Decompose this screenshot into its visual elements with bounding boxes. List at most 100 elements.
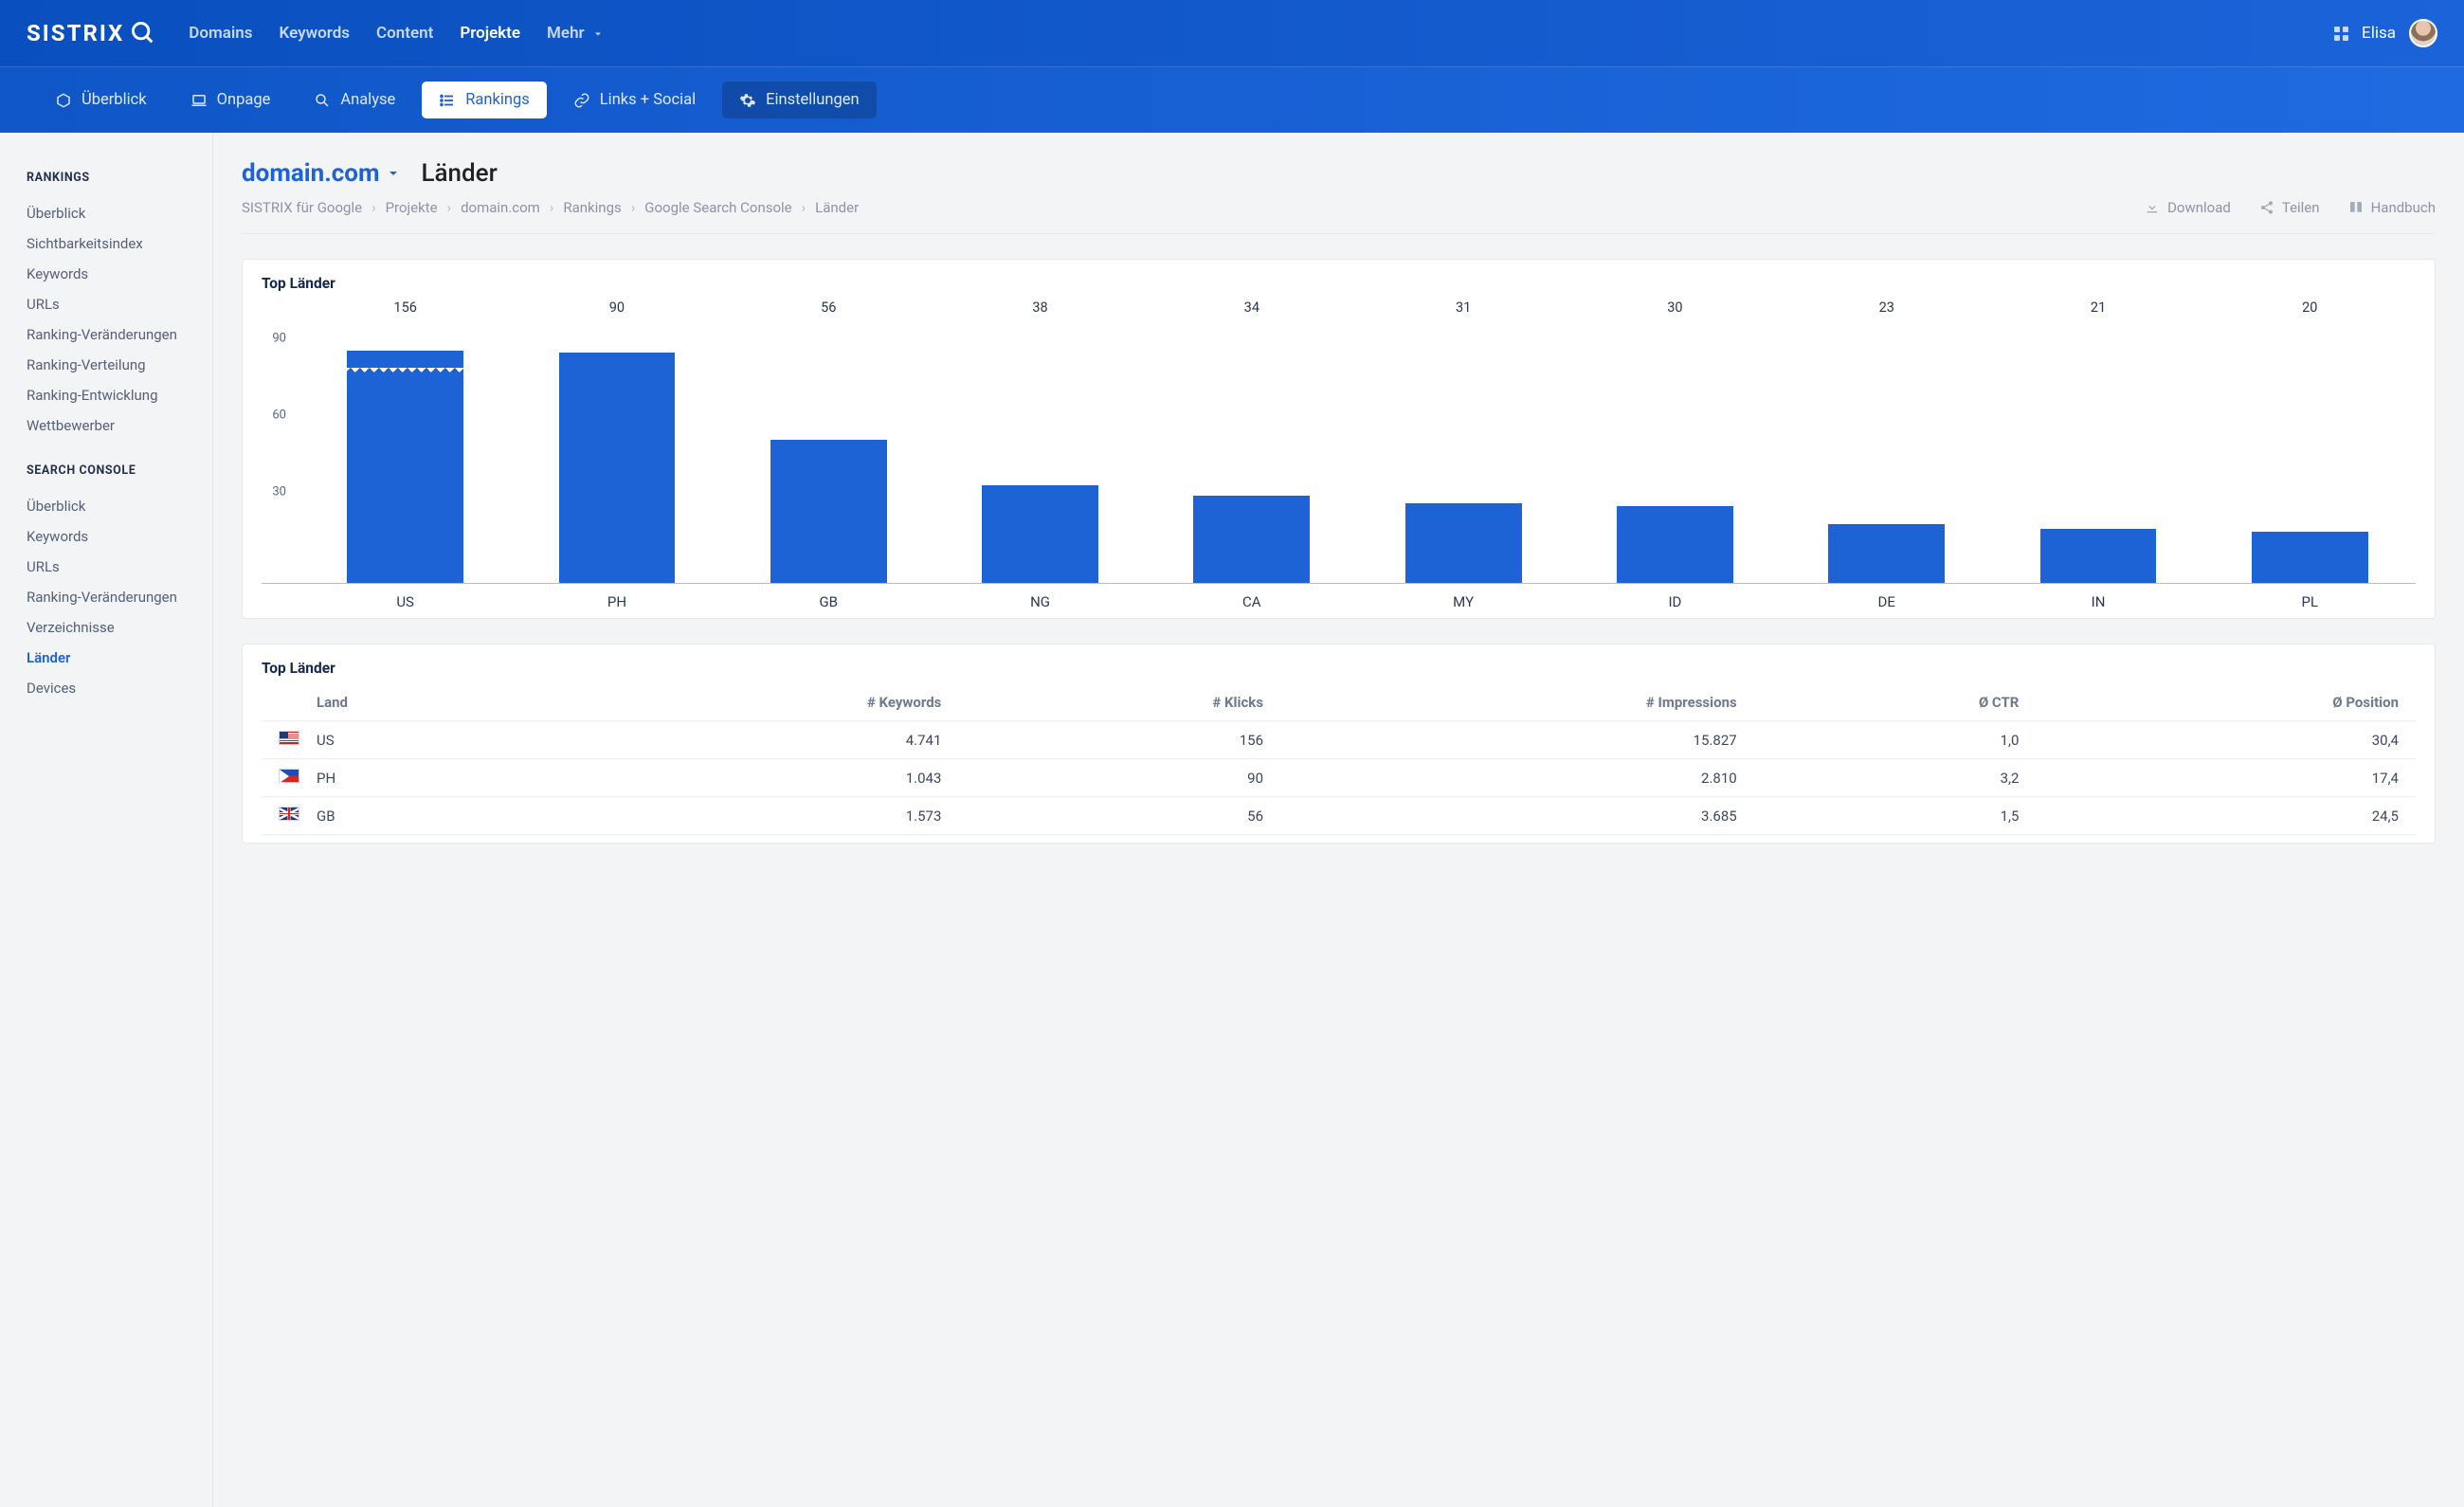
col-keywords[interactable]: # Keywords [547, 684, 958, 721]
apps-icon[interactable] [2334, 27, 2348, 41]
sidebar-item[interactable]: Verzeichnisse [27, 612, 212, 643]
crumb[interactable]: Rankings [563, 199, 621, 216]
bar-value-label: 20 [2302, 300, 2317, 316]
chart-bar[interactable]: 38 [934, 300, 1146, 583]
link-icon [573, 92, 590, 109]
domain-selector[interactable]: domain.com [242, 159, 401, 188]
chart-bar[interactable]: 23 [1781, 300, 1992, 583]
share-icon [2259, 200, 2274, 215]
download-button[interactable]: Download [2145, 199, 2231, 216]
table-card: Top Länder Land # Keywords # Klicks # Im… [242, 644, 2436, 844]
sidebar-item[interactable]: Ranking-Entwicklung [27, 380, 212, 410]
download-icon [2145, 200, 2160, 215]
crumb[interactable]: Google Search Console [644, 199, 791, 216]
sidebar-item[interactable]: Sichtbarkeitsindex [27, 228, 212, 259]
sidebar-group-rankings-title: RANKINGS [27, 171, 212, 185]
topnav-item-domains[interactable]: Domains [189, 24, 252, 43]
sidebar-item[interactable]: Ranking-Veränderungen [27, 582, 212, 612]
topnav-item-mehr[interactable]: Mehr [547, 24, 604, 43]
share-button[interactable]: Teilen [2259, 199, 2320, 216]
chart-x-label: IN [1992, 593, 2203, 610]
user-name[interactable]: Elisa [2362, 24, 2396, 43]
col-klicks[interactable]: # Klicks [958, 684, 1280, 721]
cell-keywords: 4.741 [547, 721, 958, 759]
topnav-item-projekte[interactable]: Projekte [460, 24, 520, 43]
chart-bar[interactable]: 56 [723, 300, 934, 583]
cell-position: 30,4 [2036, 721, 2416, 759]
sidebar-item[interactable]: URLs [27, 552, 212, 582]
chart-bar[interactable]: 156 [299, 300, 511, 583]
chart-x-label: DE [1781, 593, 1992, 610]
sidebar-item[interactable]: Ranking-Verteilung [27, 350, 212, 380]
page-title: Länder [422, 159, 498, 188]
cell-klicks: 90 [958, 759, 1280, 797]
cell-position: 24,5 [2036, 797, 2416, 835]
crumb[interactable]: SISTRIX für Google [242, 199, 362, 216]
handbook-button[interactable]: Handbuch [2348, 199, 2436, 216]
sidebar-item[interactable]: Überblick [27, 198, 212, 228]
cell-klicks: 56 [958, 797, 1280, 835]
topnav-item-keywords[interactable]: Keywords [280, 24, 350, 43]
chart-x-label: MY [1357, 593, 1568, 610]
table-row[interactable]: US4.74115615.8271,030,4 [262, 721, 2416, 759]
sidebar-item[interactable]: Ranking-Veränderungen [27, 319, 212, 350]
topnav-menu: Domains Keywords Content Projekte Mehr [189, 24, 604, 43]
tab-rankings[interactable]: Rankings [422, 82, 547, 118]
cell-position: 17,4 [2036, 759, 2416, 797]
cube-icon [55, 92, 72, 109]
chart-card-title: Top Länder [262, 275, 2416, 292]
chart-x-label: US [299, 593, 511, 610]
main: domain.com Länder SISTRIX für Google› Pr… [213, 133, 2464, 1507]
crumb[interactable]: Projekte [386, 199, 438, 216]
chart-bar[interactable]: 34 [1146, 300, 1357, 583]
crumb: Länder [815, 199, 859, 216]
sidebar-item[interactable]: Überblick [27, 491, 212, 521]
bar-value-label: 23 [1879, 300, 1894, 316]
chart-x-label: PL [2204, 593, 2416, 610]
chart-card: Top Länder 306090 156905638343130232120 … [242, 259, 2436, 619]
bar-value-label: 31 [1456, 300, 1471, 316]
bar-value-label: 30 [1667, 300, 1682, 316]
cell-impressions: 15.827 [1280, 721, 1754, 759]
sidebar-item-laender[interactable]: Länder [27, 643, 212, 673]
flag-icon [279, 769, 299, 783]
chart-bar[interactable]: 90 [511, 300, 722, 583]
sidebar-item[interactable]: URLs [27, 289, 212, 319]
sidebar-item[interactable]: Keywords [27, 259, 212, 289]
sidebar-item[interactable]: Keywords [27, 521, 212, 552]
brand-logo[interactable]: SISTRIX [27, 20, 156, 46]
bar-value-label: 90 [609, 300, 625, 316]
cell-ctr: 3,2 [1754, 759, 2037, 797]
user-area: Elisa [2334, 19, 2437, 47]
cell-ctr: 1,5 [1754, 797, 2037, 835]
col-impressions[interactable]: # Impressions [1280, 684, 1754, 721]
table-row[interactable]: PH1.043902.8103,217,4 [262, 759, 2416, 797]
col-ctr[interactable]: Ø CTR [1754, 684, 2037, 721]
cell-land: US [299, 721, 547, 759]
bar-value-label: 34 [1244, 300, 1259, 316]
crumb[interactable]: domain.com [461, 199, 540, 216]
tab-onpage[interactable]: Onpage [173, 82, 288, 118]
cell-impressions: 2.810 [1280, 759, 1754, 797]
topnav-item-content[interactable]: Content [376, 24, 433, 43]
cell-land: PH [299, 759, 547, 797]
table-row[interactable]: GB1.573563.6851,524,5 [262, 797, 2416, 835]
chart-bar[interactable]: 21 [1992, 300, 2203, 583]
col-land[interactable]: Land [299, 684, 547, 721]
chart-x-label: NG [934, 593, 1146, 610]
sidebar-item[interactable]: Devices [27, 673, 212, 703]
bar-value-label: 38 [1032, 300, 1047, 316]
tab-einstellungen[interactable]: Einstellungen [722, 82, 877, 118]
avatar[interactable] [2409, 19, 2437, 47]
sidebar-item[interactable]: Wettbewerber [27, 410, 212, 441]
chart-bar[interactable]: 20 [2204, 300, 2416, 583]
chevron-down-icon [592, 28, 604, 40]
tab-ueberblick[interactable]: Überblick [38, 82, 164, 118]
table-header-row: Land # Keywords # Klicks # Impressions Ø… [262, 684, 2416, 721]
chart-bar[interactable]: 30 [1569, 300, 1781, 583]
chart-bar[interactable]: 31 [1357, 300, 1568, 583]
tab-links-social[interactable]: Links + Social [556, 82, 713, 118]
breadcrumb: SISTRIX für Google› Projekte› domain.com… [242, 199, 859, 216]
tab-analyse[interactable]: Analyse [297, 82, 412, 118]
col-position[interactable]: Ø Position [2036, 684, 2416, 721]
